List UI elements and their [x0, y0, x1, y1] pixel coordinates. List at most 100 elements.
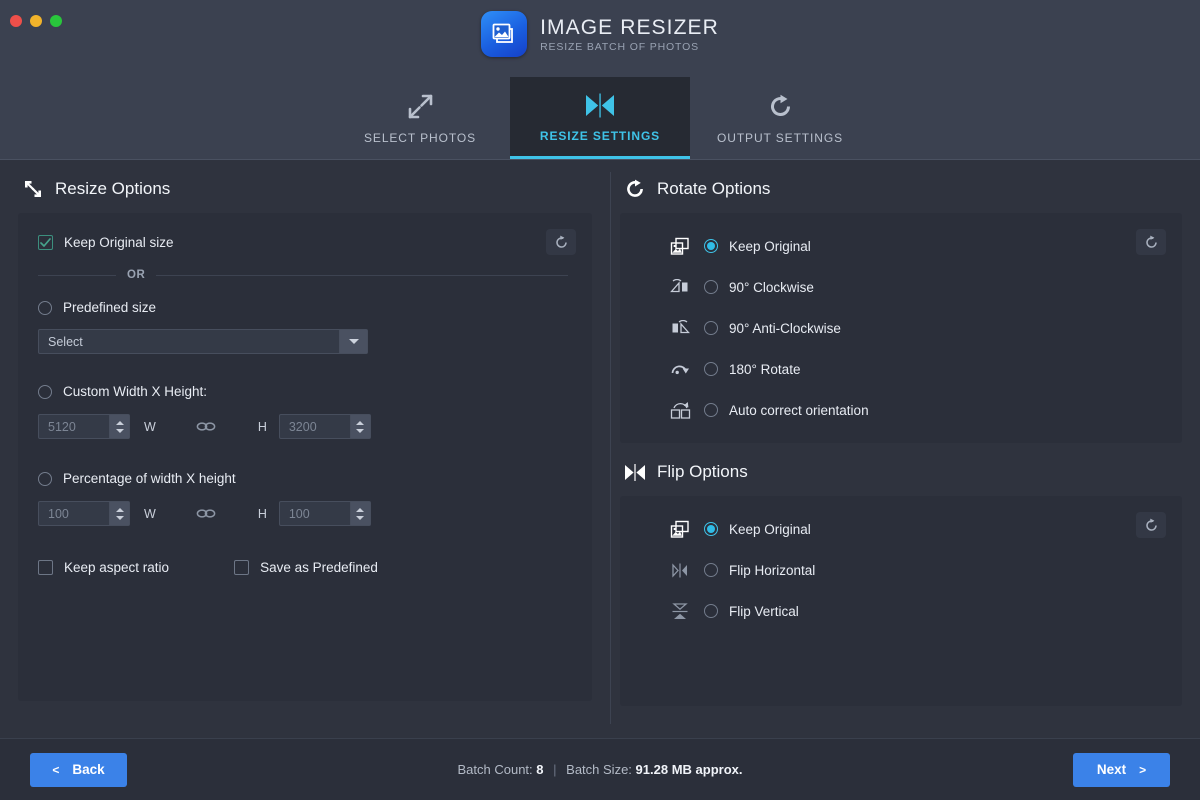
panel-divider [610, 172, 611, 724]
percentage-height-stepper[interactable] [350, 502, 370, 525]
flip-options-title: Flip Options [657, 462, 748, 482]
flip-horizontal-radio[interactable] [704, 563, 718, 577]
keep-original-icon [668, 235, 692, 257]
custom-height-value: 3200 [280, 420, 317, 434]
reset-circular-arrow-icon [1144, 518, 1159, 533]
rotate-90-cw-icon [668, 276, 692, 298]
percentage-width-input[interactable]: 100 [38, 501, 130, 526]
keep-original-size-row[interactable]: Keep Original size [38, 235, 572, 250]
tab-output-settings[interactable]: OUTPUT SETTINGS [690, 77, 870, 159]
or-line-right [156, 275, 568, 276]
rotate-90-clockwise-radio[interactable] [704, 280, 718, 294]
title-bar: IMAGE RESIZER RESIZE BATCH OF PHOTOS [0, 0, 1200, 68]
custom-size-radio[interactable] [38, 385, 52, 399]
batch-size-label: Batch Size: [566, 762, 632, 777]
rotate-keep-original-radio[interactable] [704, 239, 718, 253]
rotate-180-label: 180° Rotate [729, 362, 800, 377]
tab-select-photos[interactable]: SELECT PHOTOS [330, 77, 510, 159]
rotate-90-anticlockwise-label: 90° Anti-Clockwise [729, 321, 841, 336]
custom-size-inputs: 5120 W H 3200 [38, 414, 572, 439]
custom-height-stepper[interactable] [350, 415, 370, 438]
keep-aspect-ratio-label: Keep aspect ratio [64, 560, 169, 575]
stepper-down-icon [356, 516, 364, 520]
stepper-up-icon [356, 508, 364, 512]
rotate-180-radio[interactable] [704, 362, 718, 376]
rotate-reset-button[interactable] [1136, 229, 1166, 255]
rotate-cw-icon [624, 178, 646, 200]
expand-arrows-icon [407, 92, 434, 122]
keep-original-size-checkbox[interactable] [38, 235, 53, 250]
flip-horizontal-icon [668, 559, 692, 581]
flip-vertical-icon [668, 600, 692, 622]
custom-width-input[interactable]: 5120 [38, 414, 130, 439]
resize-reset-button[interactable] [546, 229, 576, 255]
next-button-label: Next [1097, 762, 1126, 777]
custom-size-label: Custom Width X Height: [63, 384, 207, 399]
stepper-up-icon [356, 421, 364, 425]
resize-arrows-icon [22, 178, 44, 200]
predefined-size-select-value: Select [39, 335, 83, 349]
percentage-size-radio[interactable] [38, 472, 52, 486]
flip-option-keep-original[interactable]: Keep Original [640, 518, 1162, 540]
tab-resize-settings[interactable]: RESIZE SETTINGS [510, 77, 690, 159]
percentage-height-input[interactable]: 100 [279, 501, 371, 526]
percentage-width-stepper[interactable] [109, 502, 129, 525]
main-content: Resize Options Keep Original size [0, 160, 1200, 738]
rotate-auto-correct-radio[interactable] [704, 403, 718, 417]
rotate-auto-correct-label: Auto correct orientation [729, 403, 869, 418]
maximize-window-button[interactable] [50, 15, 62, 27]
tab-label: OUTPUT SETTINGS [717, 131, 843, 145]
or-divider: OR [38, 269, 572, 281]
batch-count-label: Batch Count: [458, 762, 533, 777]
keep-aspect-ratio-checkbox[interactable] [38, 560, 53, 575]
flip-option-vertical[interactable]: Flip Vertical [640, 600, 1162, 622]
minimize-window-button[interactable] [30, 15, 42, 27]
auto-orientation-icon [668, 399, 692, 421]
rotate-option-90-anticlockwise[interactable]: 90° Anti-Clockwise [640, 317, 1162, 339]
save-as-predefined-checkbox[interactable] [234, 560, 249, 575]
predefined-size-radio[interactable] [38, 301, 52, 315]
app-branding: IMAGE RESIZER RESIZE BATCH OF PHOTOS [481, 11, 719, 57]
app-subtitle: RESIZE BATCH OF PHOTOS [540, 41, 719, 53]
percentage-size-row[interactable]: Percentage of width X height [38, 471, 572, 486]
rotate-cw-icon [768, 92, 793, 122]
custom-height-input[interactable]: 3200 [279, 414, 371, 439]
rotate-90-anticlockwise-radio[interactable] [704, 321, 718, 335]
rotate-90-ccw-icon [668, 317, 692, 339]
predefined-size-select-button[interactable] [339, 330, 367, 353]
tab-label: RESIZE SETTINGS [540, 129, 660, 143]
check-icon [40, 238, 51, 248]
custom-width-stepper[interactable] [109, 415, 129, 438]
keep-original-size-label: Keep Original size [64, 235, 174, 250]
app-title: IMAGE RESIZER [540, 16, 719, 40]
custom-size-row[interactable]: Custom Width X Height: [38, 384, 572, 399]
next-button[interactable]: Next > [1073, 753, 1170, 787]
batch-size-value: 91.28 MB approx. [636, 762, 743, 777]
chevron-down-icon [349, 339, 359, 344]
rotate-option-180[interactable]: 180° Rotate [640, 358, 1162, 380]
stepper-down-icon [116, 516, 124, 520]
chain-link-icon[interactable] [196, 421, 216, 432]
resize-bowtie-icon [585, 90, 615, 120]
predefined-size-select[interactable]: Select [38, 329, 368, 354]
close-window-button[interactable] [10, 15, 22, 27]
predefined-size-row[interactable]: Predefined size [38, 300, 572, 315]
window-controls [10, 15, 62, 27]
rotate-option-keep-original[interactable]: Keep Original [640, 235, 1162, 257]
flip-reset-button[interactable] [1136, 512, 1166, 538]
save-as-predefined-label: Save as Predefined [260, 560, 378, 575]
footer-bar: < Back Batch Count: 8 | Batch Size: 91.2… [0, 738, 1200, 800]
reset-circular-arrow-icon [1144, 235, 1159, 250]
next-chevron-icon: > [1139, 763, 1146, 777]
flip-option-horizontal[interactable]: Flip Horizontal [640, 559, 1162, 581]
rotate-option-90-clockwise[interactable]: 90° Clockwise [640, 276, 1162, 298]
stepper-up-icon [116, 421, 124, 425]
percentage-size-inputs: 100 W H 100 [38, 501, 572, 526]
batch-status: Batch Count: 8 | Batch Size: 91.28 MB ap… [0, 762, 1200, 777]
flip-keep-original-label: Keep Original [729, 522, 811, 537]
flip-keep-original-radio[interactable] [704, 522, 718, 536]
rotate-option-auto-correct[interactable]: Auto correct orientation [640, 399, 1162, 421]
flip-vertical-radio[interactable] [704, 604, 718, 618]
chain-link-icon[interactable] [196, 508, 216, 519]
percentage-height-value: 100 [280, 507, 310, 521]
